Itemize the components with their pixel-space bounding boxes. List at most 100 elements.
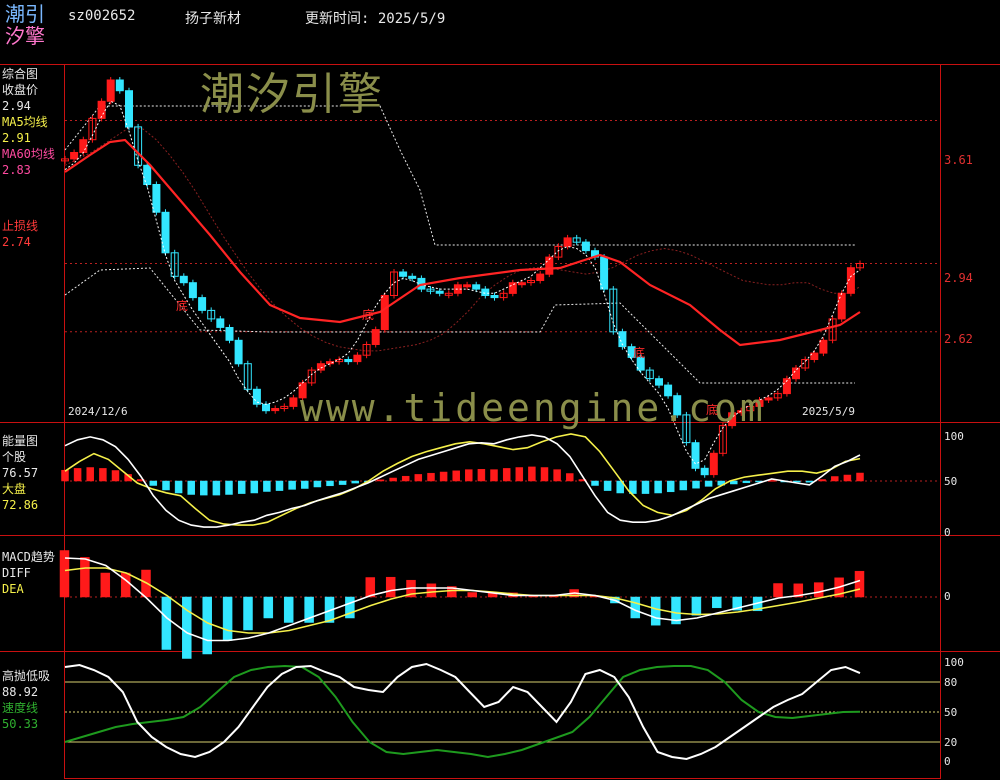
energy-bar-7 [149,480,158,486]
gpdx-tick-0: 0 [944,755,951,768]
energy-bar-19 [301,480,309,489]
resistance-line [64,105,855,246]
energy-bar-32 [465,469,473,482]
energy-bar-4 [111,470,120,482]
energy-bar-35 [502,468,511,482]
main-legend: 综合图 收盘价 2.94 MA5均线 2.91 MA60均线 2.83 [2,66,55,178]
energy-bar-3 [99,468,107,482]
macd-bar-31 [691,596,702,616]
bottom-mark-2: 底 [362,308,375,322]
macd-bar-32 [712,596,722,609]
energy-bar-21 [326,480,334,487]
ma5-label: MA5均线 [2,115,48,129]
logo-line1: 潮引 [5,2,45,26]
energy-bar-27 [401,475,410,482]
market-value: 72.86 [2,498,39,512]
energy-bar-34 [490,469,498,482]
energy-bar-15 [250,480,259,494]
stock-label: 个股 [2,450,27,464]
energy-bar-39 [553,469,561,482]
energy-bar-20 [313,480,322,488]
energy-bar-63 [856,472,864,482]
brand-watermark: 潮汐引擎 [200,69,384,120]
macd-bar-18 [426,583,437,598]
url-watermark: www.tideengine.com [300,386,766,430]
gpdx-value: 88.92 [2,685,39,699]
macd-bar-2 [100,572,111,598]
energy-bar-11 [200,480,208,496]
energy-bar-42 [591,480,599,486]
bottom-mark-4: 底 [706,403,719,417]
macd-title: MACD趋势 [2,550,55,564]
main-tick-1: 3.61 [944,153,973,167]
energy-title: 能量图 [2,434,39,448]
energy-bar-9 [174,480,183,494]
energy-bar-26 [389,477,397,482]
macd-bar-8 [222,596,233,641]
energy-bar-54 [742,480,751,484]
energy-bar-36 [515,467,524,482]
macd-bar-35 [773,583,783,598]
energy-bar-14 [237,480,246,494]
energy-bar-29 [427,472,435,482]
logo: 潮引 汐擎 [5,3,59,47]
energy-bar-49 [679,480,688,491]
energy-bar-51 [704,480,713,487]
energy-bar-37 [528,466,536,482]
bottom-mark-1: 底 [176,299,189,313]
close-value: 2.94 [2,99,31,113]
macd-bar-29 [650,596,661,626]
energy-bar-10 [187,480,195,495]
energy-bar-2 [86,467,94,482]
macd-bar-20 [467,592,477,598]
dea-label: DEA [2,582,24,596]
macd-bar-6 [182,596,192,659]
ma60-dashed [64,126,861,352]
macd-bar-9 [243,596,253,631]
energy-bar-48 [666,480,675,493]
gpdx-tick-20: 20 [944,736,958,749]
energy-bar-22 [338,480,347,485]
speed-label: 速度线 [2,701,39,715]
energy-bar-23 [351,480,359,484]
ma60-label: MA60均线 [2,147,55,161]
speed-value: 50.33 [2,717,39,731]
main-title: 综合图 [2,67,39,81]
stock-code: sz002652 [68,8,136,24]
energy-bar-43 [603,480,612,491]
stop-value: 2.74 [2,235,31,249]
macd-bar-7 [202,596,212,655]
gpdx-title: 高抛低吸 [2,669,51,683]
main-tick-3: 2.62 [944,332,973,346]
macd-bar-3 [120,572,131,598]
market-line [64,433,861,526]
macd-bar-10 [263,596,274,619]
gpdx-tick-100: 100 [944,656,964,669]
macd-bar-16 [385,576,396,598]
energy-tick-50: 50 [944,475,958,488]
ma60-value: 2.83 [2,163,31,177]
gpdx-legend: 高抛低吸 88.92 速度线 50.33 [2,668,50,732]
energy-bar-0 [61,469,69,482]
energy-bar-62 [843,474,852,482]
energy-bar-30 [439,471,448,482]
energy-bar-33 [477,469,486,482]
energy-bar-47 [654,480,662,494]
energy-bar-1 [73,468,82,482]
energy-bar-61 [831,476,839,482]
update-time: 更新时间: 2025/5/9 [305,11,446,27]
energy-bar-50 [692,480,700,489]
gpdx-tick-80: 80 [944,676,958,689]
stock-name: 扬子新材 [185,11,241,27]
energy-bar-59 [805,480,814,483]
energy-bar-53 [730,480,738,485]
macd-bar-28 [630,596,641,619]
date-start: 2024/12/6 [68,405,128,418]
stop-label: 止损线 [2,219,39,233]
macd-bar-37 [813,582,824,598]
macd-legend: MACD趋势 DIFF DEA [2,549,55,597]
energy-legend: 能量图 个股 76.57 大盘 72.86 [2,433,38,513]
energy-bar-8 [162,480,170,491]
diff-label: DIFF [2,566,31,580]
energy-bar-31 [452,470,460,482]
